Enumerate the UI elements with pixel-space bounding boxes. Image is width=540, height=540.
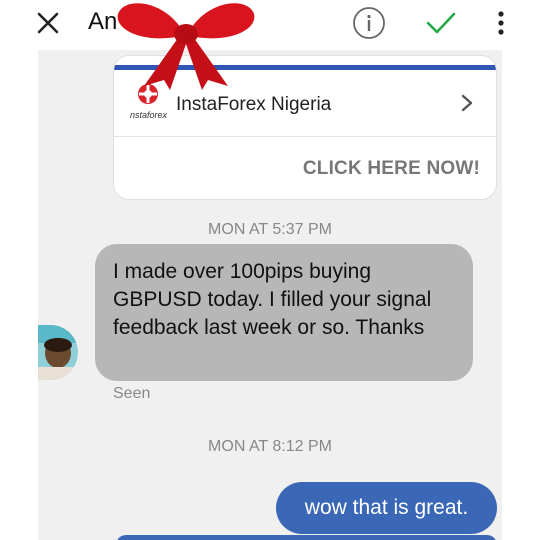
ad-brand-name[interactable]: InstaForex Nigeria <box>176 94 331 116</box>
check-icon <box>426 12 456 34</box>
left-margin <box>0 50 38 540</box>
incoming-message-bubble[interactable]: I made over 100pips buying GBPUSD today.… <box>95 244 473 381</box>
close-button[interactable] <box>33 8 63 38</box>
top-bar: An <box>0 0 540 50</box>
chevron-right-icon[interactable] <box>458 92 476 114</box>
ad-cta-button[interactable]: CLICK HERE NOW! <box>303 158 480 180</box>
message-timestamp: MON AT 5:37 PM <box>208 221 332 238</box>
ribbon-bow-icon <box>104 0 264 90</box>
info-button[interactable] <box>352 6 386 40</box>
confirm-button[interactable] <box>424 8 458 38</box>
outgoing-message-bubble[interactable] <box>116 535 497 540</box>
message-timestamp: MON AT 8:12 PM <box>208 438 332 455</box>
seen-status: Seen <box>113 385 151 402</box>
outgoing-message-bubble[interactable]: wow that is great. <box>276 482 497 534</box>
brand-logo-text: nstaforex <box>130 110 168 120</box>
ad-divider <box>114 136 496 137</box>
info-icon <box>353 7 385 39</box>
close-icon <box>37 12 59 34</box>
more-vertical-icon <box>498 11 504 35</box>
more-options-button[interactable] <box>494 8 508 38</box>
